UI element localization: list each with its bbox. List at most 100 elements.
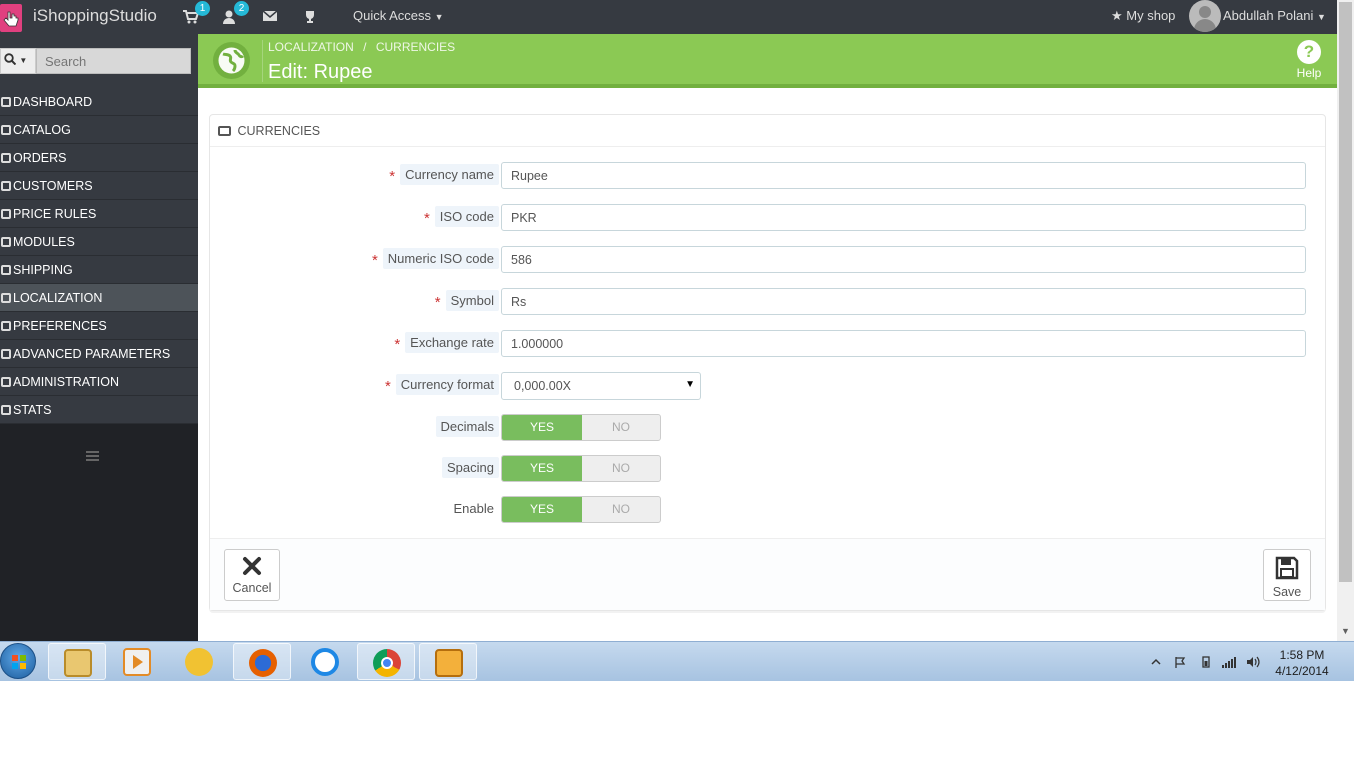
save-label: Save (1272, 585, 1302, 599)
sidebar-item-label: DASHBOARD (13, 95, 93, 109)
taskbar-internet-explorer[interactable] (296, 643, 354, 680)
money-icon (218, 126, 231, 136)
customers-badge: 2 (234, 1, 249, 16)
my-shop-link[interactable]: ★ My shop (1111, 8, 1175, 24)
sidebar-item-label: SHIPPING (13, 263, 73, 277)
system-tray (1150, 642, 1270, 682)
outlook-icon (435, 649, 463, 677)
iso-code-label: ISO code (434, 206, 499, 227)
taskbar-media-player[interactable] (108, 643, 166, 680)
battery-icon[interactable] (1200, 656, 1212, 668)
quick-access-dropdown[interactable]: Quick Access ▼ (353, 8, 444, 23)
catalog-icon (1, 125, 11, 135)
enable-yes-option[interactable]: YES (502, 497, 582, 522)
taskbar-explorer[interactable] (48, 643, 106, 680)
top-bar: iShoppingStudio 1 2 Quick Access ▼ ★ My … (0, 0, 1354, 34)
decimals-no-option[interactable]: NO (582, 415, 660, 440)
sidebar-item-orders[interactable]: ORDERS (0, 144, 198, 172)
numeric-iso-code-input[interactable] (501, 246, 1306, 273)
currency-name-label: Currency name (400, 164, 499, 185)
globe-icon (213, 42, 250, 79)
sidebar-item-localization[interactable]: LOCALIZATION (0, 284, 198, 312)
spacing-yes-option[interactable]: YES (502, 456, 582, 481)
search-area: ▼ (0, 34, 198, 88)
page-scrollbar[interactable]: ▼ (1337, 0, 1354, 641)
search-input[interactable] (36, 48, 191, 74)
advanced-parameters-icon (1, 349, 11, 359)
envelope-icon[interactable] (262, 10, 279, 24)
symbol-input[interactable] (501, 288, 1306, 315)
trophy-icon[interactable] (303, 10, 319, 24)
sidebar-item-customers[interactable]: CUSTOMERS (0, 172, 198, 200)
sidebar-item-modules[interactable]: MODULES (0, 228, 198, 256)
save-button[interactable]: Save (1263, 549, 1311, 601)
dashboard-icon (1, 97, 11, 107)
action-center-flag-icon[interactable] (1174, 656, 1186, 668)
brand-name[interactable]: iShoppingStudio (33, 6, 157, 26)
help-button[interactable]: ? Help (1292, 40, 1326, 80)
breadcrumb: LOCALIZATION / CURRENCIES (268, 40, 455, 54)
currency-name-input[interactable] (501, 162, 1306, 189)
taskbar-outlook[interactable] (419, 643, 477, 680)
required-mark: * (371, 252, 378, 269)
system-clock[interactable]: 1:58 PM 4/12/2014 (1270, 647, 1334, 679)
required-mark: * (389, 168, 396, 185)
spacing-switch: YES NO (501, 455, 661, 482)
menu-collapse-icon[interactable] (86, 451, 99, 463)
sidebar-item-dashboard[interactable]: DASHBOARD (0, 88, 198, 116)
sidebar-item-price-rules[interactable]: PRICE RULES (0, 200, 198, 228)
firefox-icon (249, 649, 277, 677)
decimals-yes-option[interactable]: YES (502, 415, 582, 440)
caret-down-icon: ▼ (1316, 12, 1326, 22)
my-shop-label: My shop (1126, 8, 1176, 23)
enable-no-option[interactable]: NO (582, 497, 660, 522)
taskbar-games[interactable] (170, 643, 228, 680)
breadcrumb-localization[interactable]: LOCALIZATION (268, 40, 354, 54)
search-type-button[interactable]: ▼ (0, 48, 36, 74)
clock-time: 1:58 PM (1279, 648, 1325, 662)
username-label: Abdullah Polani (1223, 8, 1314, 23)
help-label: Help (1296, 66, 1322, 80)
floppy-disk-icon (1275, 556, 1299, 583)
start-button[interactable] (0, 643, 36, 679)
windows-taskbar: 1:58 PM 4/12/2014 (0, 641, 1354, 681)
caret-down-icon: ▼ (685, 379, 695, 390)
exchange-rate-input[interactable] (501, 330, 1306, 357)
sidebar-item-administration[interactable]: ADMINISTRATION (0, 368, 198, 396)
sidebar-item-catalog[interactable]: CATALOG (0, 116, 198, 144)
sidebar-item-label: ADVANCED PARAMETERS (13, 347, 171, 361)
decimals-row: Decimals YES NO (210, 414, 1325, 442)
sidebar-item-preferences[interactable]: PREFERENCES (0, 312, 198, 340)
scroll-down-arrow-icon[interactable]: ▼ (1341, 626, 1350, 636)
taskbar-firefox[interactable] (233, 643, 291, 680)
cancel-button[interactable]: Cancel (224, 549, 280, 601)
games-icon (185, 648, 213, 676)
network-signal-icon[interactable] (1222, 656, 1236, 668)
decimals-label: Decimals (435, 416, 499, 437)
scrollbar-thumb[interactable] (1339, 2, 1352, 582)
numeric-iso-code-row: * Numeric ISO code (210, 246, 1325, 274)
breadcrumb-currencies[interactable]: CURRENCIES (376, 40, 455, 54)
sidebar-item-stats[interactable]: STATS (0, 396, 198, 424)
cancel-label: Cancel (232, 581, 272, 595)
logo-hand-icon[interactable] (0, 4, 22, 32)
volume-icon[interactable] (1246, 656, 1260, 668)
breadcrumb-separator: / (363, 40, 367, 54)
user-menu[interactable]: Abdullah Polani ▼ (1223, 8, 1326, 23)
show-hidden-icons-icon[interactable] (1150, 656, 1162, 668)
media-player-icon (123, 648, 151, 676)
currency-name-row: * Currency name (210, 162, 1325, 190)
currency-format-select[interactable]: 0,000.00X ▼ (501, 372, 701, 400)
sidebar-item-label: LOCALIZATION (13, 291, 103, 305)
numeric-iso-code-label: Numeric ISO code (382, 248, 499, 269)
avatar[interactable] (1189, 0, 1221, 32)
taskbar-chrome[interactable] (357, 643, 415, 680)
sidebar-item-advanced-parameters[interactable]: ADVANCED PARAMETERS (0, 340, 198, 368)
close-icon (242, 557, 262, 579)
iso-code-input[interactable] (501, 204, 1306, 231)
spacing-no-option[interactable]: NO (582, 456, 660, 481)
iso-code-row: * ISO code (210, 204, 1325, 232)
search-icon (4, 53, 19, 68)
sidebar-item-shipping[interactable]: SHIPPING (0, 256, 198, 284)
sidebar-item-label: CATALOG (13, 123, 71, 137)
